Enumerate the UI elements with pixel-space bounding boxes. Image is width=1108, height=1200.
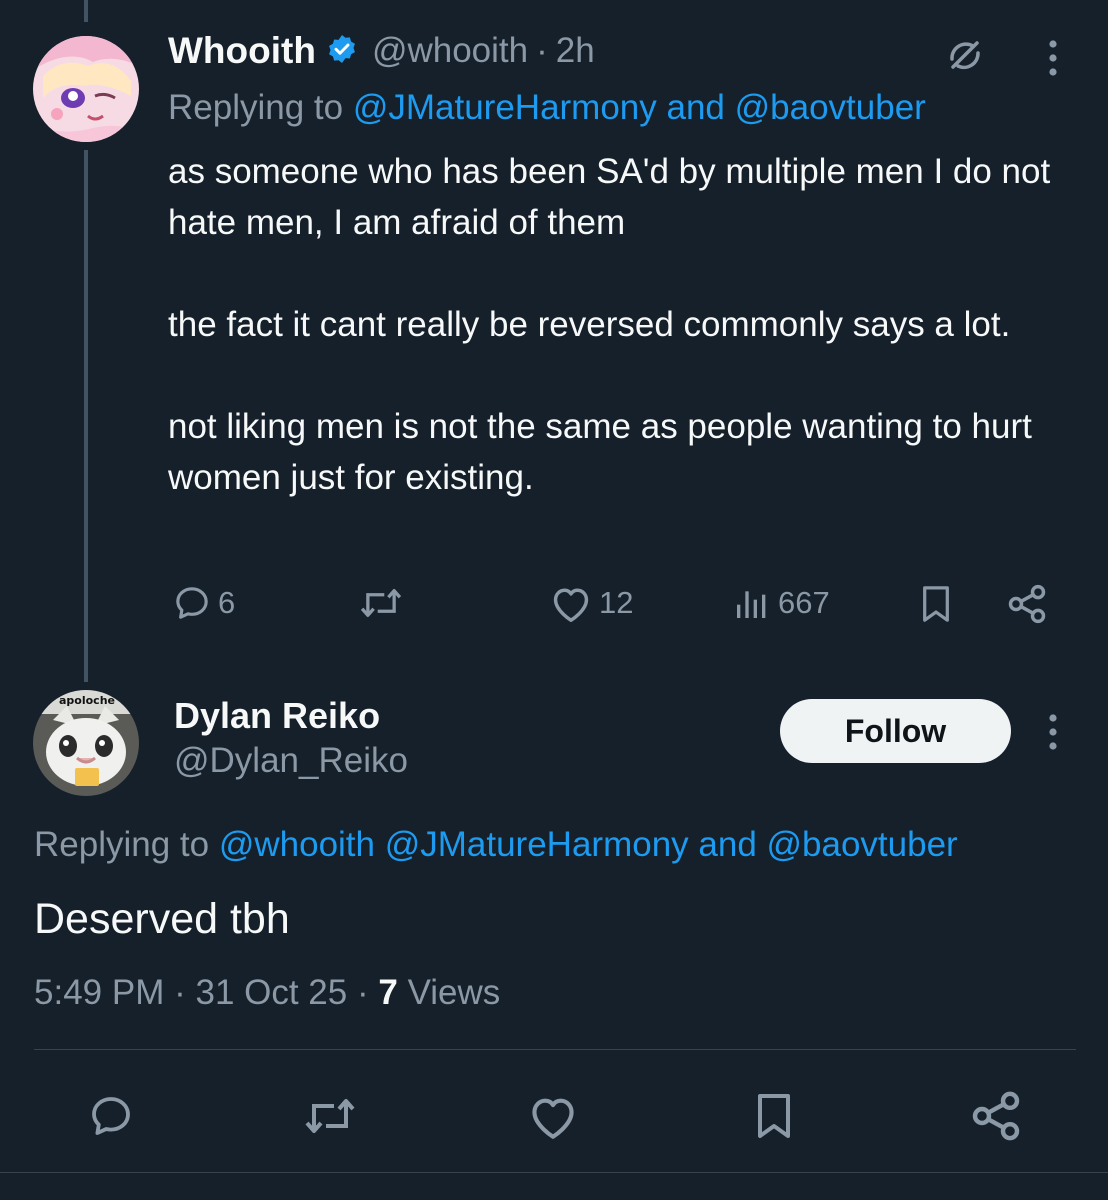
reply-display-name[interactable]: Dylan Reiko [174,695,380,737]
bottom-repost-icon[interactable] [299,1092,361,1145]
reply-handle[interactable]: @Dylan_Reiko [174,741,408,781]
reply-time[interactable]: 5:49 PM [34,973,164,1012]
bottom-divider [0,1172,1108,1173]
views-icon [732,583,772,623]
handle[interactable]: @whooith [372,31,528,71]
dylan-avatar[interactable]: apoloche [33,690,139,796]
bookmark-icon[interactable] [916,583,956,630]
reply-views-count: 7 [378,973,398,1012]
follow-button-wrap: Follow [780,699,1011,763]
bottom-like-icon[interactable] [525,1092,581,1145]
tweet-paragraph: not liking men is not the same as people… [168,407,1032,497]
thread-line-middle [84,150,88,682]
reply-views-label: Views [397,973,501,1012]
more-icon[interactable] [1043,38,1063,83]
bottom-bookmark-icon[interactable] [750,1090,798,1147]
reply-count: 6 [218,585,236,620]
meta-separator: · [356,973,369,1012]
tweet-text: as someone who has been SA'd by multiple… [168,146,1083,503]
share-icon[interactable] [1005,582,1049,631]
reply-date[interactable]: 31 Oct 25 [195,973,347,1012]
reply-more-icon[interactable] [1043,712,1063,757]
thread-line-top [84,0,88,22]
follow-button[interactable]: Follow [780,699,1011,763]
reply-text: Deserved tbh [34,895,290,943]
grok-icon[interactable] [943,33,987,82]
display-name[interactable]: Whooith [168,30,316,72]
header-separator: · [536,31,548,70]
timestamp[interactable]: 2h [556,31,595,71]
reply-action[interactable]: 6 [172,583,235,623]
reply-icon [172,583,212,623]
repost-action[interactable] [358,583,410,623]
replying-to: Replying to @JMatureHarmony and @baovtub… [168,88,926,128]
avatar-caption-text: apoloche [59,694,115,707]
bottom-share-icon[interactable] [968,1088,1024,1149]
tweet-header: Whooith @whooith · 2h [168,30,595,72]
repost-icon [358,583,404,623]
meta-separator: · [174,973,186,1012]
like-count: 12 [599,585,634,620]
views-action[interactable]: 667 [732,583,830,623]
like-icon [549,583,593,623]
verified-badge-icon [326,33,358,70]
like-action[interactable]: 12 [549,583,633,623]
whooith-avatar[interactable] [33,36,139,142]
bottom-reply-icon[interactable] [85,1092,137,1145]
reply-replying-prefix: Replying to [34,825,219,864]
replying-prefix: Replying to [168,88,353,127]
replying-mentions[interactable]: @JMatureHarmony and @baovtuber [353,88,926,127]
reply-meta: 5:49 PM · 31 Oct 25 · 7 Views [34,973,500,1013]
divider [34,1049,1076,1050]
reply-replying-to: Replying to @whooith @JMatureHarmony and… [34,825,958,865]
reply-replying-mentions[interactable]: @whooith @JMatureHarmony and @baovtuber [219,825,958,864]
tweet-paragraph: as someone who has been SA'd by multiple… [168,152,1051,242]
tweet-paragraph: the fact it cant really be reversed comm… [168,305,1011,344]
views-count: 667 [778,585,830,620]
